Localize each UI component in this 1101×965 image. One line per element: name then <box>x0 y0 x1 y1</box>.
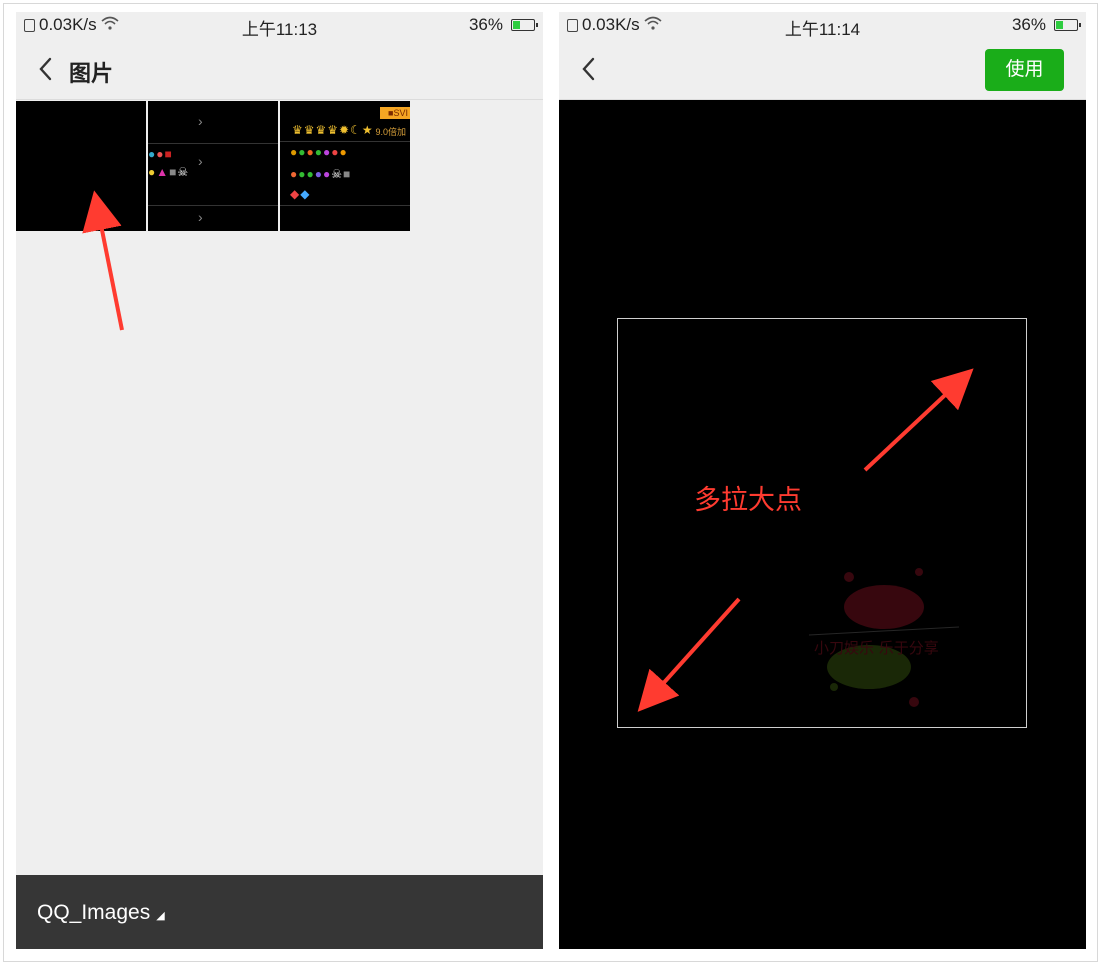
image-crop-screen: 0.03K/s 上午11:14 36% 使用 小刀娱乐 乐于分享 多拉大点 <box>559 12 1086 949</box>
annotation-arrow <box>82 190 124 331</box>
image-picker-screen: 0.03K/s 上午11:13 36% 图片 › › › ●●■ ●▲■☠ ■S… <box>16 12 543 949</box>
annotation-arrows <box>637 368 974 712</box>
